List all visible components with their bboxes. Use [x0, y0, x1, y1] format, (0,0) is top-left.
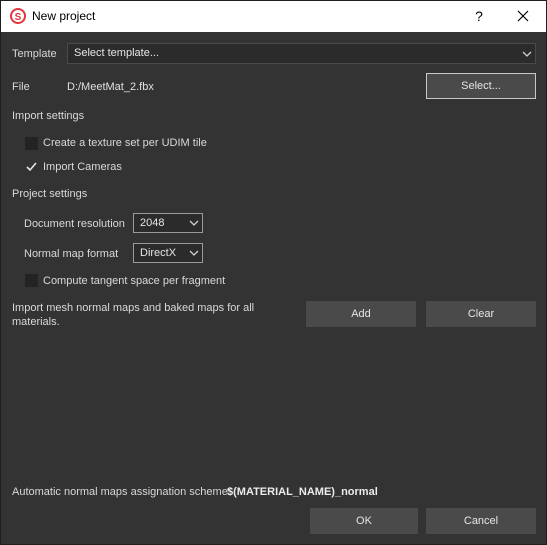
normal-map-format-value: DirectX: [140, 247, 177, 259]
normal-scheme-label: Automatic normal maps assignation scheme…: [12, 486, 231, 498]
mesh-maps-description-line1: Import mesh normal maps and baked maps f…: [12, 302, 255, 314]
close-button[interactable]: [511, 6, 535, 26]
import-cameras-checkbox[interactable]: [25, 160, 38, 173]
chevron-down-icon: [522, 51, 532, 57]
udim-checkbox-label: Create a texture set per UDIM tile: [43, 137, 207, 149]
ok-button[interactable]: OK: [310, 508, 418, 534]
cancel-button[interactable]: Cancel: [426, 508, 536, 534]
add-button[interactable]: Add: [306, 301, 416, 327]
tangent-space-label: Compute tangent space per fragment: [43, 275, 226, 287]
normal-map-format-label: Normal map format: [24, 248, 119, 260]
document-resolution-dropdown[interactable]: 2048: [133, 213, 203, 233]
chevron-down-icon: [189, 220, 199, 226]
normal-scheme-value: $(MATERIAL_NAME)_normal: [227, 486, 378, 498]
select-file-button[interactable]: Select...: [426, 73, 536, 99]
template-label: Template: [12, 48, 57, 60]
udim-checkbox[interactable]: [25, 137, 38, 150]
mesh-maps-description-line2: materials.: [12, 316, 60, 328]
document-resolution-value: 2048: [140, 217, 165, 229]
window-title: New project: [32, 9, 96, 23]
svg-text:S: S: [15, 12, 22, 23]
checkmark-icon: [26, 162, 37, 172]
new-project-dialog: S New project ? Template Select template…: [0, 0, 547, 545]
substance-painter-logo-icon: S: [10, 8, 26, 24]
help-button[interactable]: ?: [467, 6, 491, 26]
import-cameras-label: Import Cameras: [43, 161, 122, 173]
file-label: File: [12, 81, 30, 93]
chevron-down-icon: [189, 250, 199, 256]
close-icon: [517, 10, 529, 22]
tangent-space-checkbox[interactable]: [25, 274, 38, 287]
template-dropdown[interactable]: Select template...: [67, 43, 536, 64]
title-bar: S New project ?: [1, 1, 546, 32]
document-resolution-label: Document resolution: [24, 218, 125, 230]
import-settings-heading: Import settings: [12, 110, 85, 122]
clear-button[interactable]: Clear: [426, 301, 536, 327]
project-settings-heading: Project settings: [12, 188, 88, 200]
template-selected-value: Select template...: [74, 47, 159, 59]
file-path: D:/MeetMat_2.fbx: [67, 81, 154, 93]
normal-map-format-dropdown[interactable]: DirectX: [133, 243, 203, 263]
